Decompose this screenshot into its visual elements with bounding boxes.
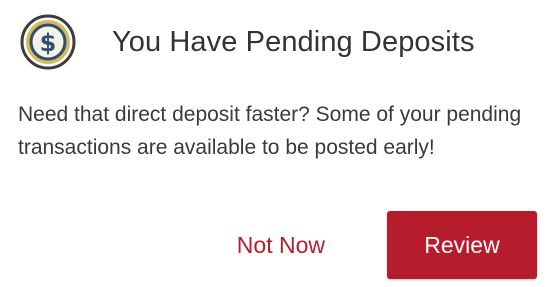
svg-text:$: $ <box>40 29 57 57</box>
dollar-coin-icon: $ <box>20 14 76 70</box>
not-now-button[interactable]: Not Now <box>231 232 331 259</box>
dialog-actions: Not Now Review <box>231 211 537 279</box>
dialog-message: Need that direct deposit faster? Some of… <box>18 103 522 159</box>
review-button[interactable]: Review <box>387 211 537 279</box>
pending-deposits-dialog: $ You Have Pending Deposits Need that di… <box>0 0 547 287</box>
dialog-header: $ You Have Pending Deposits <box>20 14 475 70</box>
dialog-title: You Have Pending Deposits <box>112 25 475 58</box>
